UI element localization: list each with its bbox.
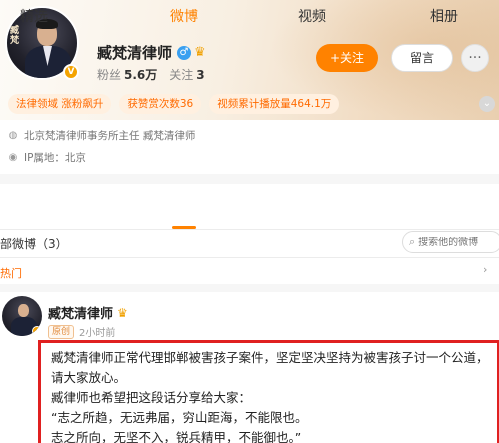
tag-video-plays[interactable]: 视频累计播放量464.1万 xyxy=(209,94,340,114)
search-divider xyxy=(0,257,499,258)
followers-count: 5.6万 xyxy=(124,68,158,82)
original-badge: 原创 xyxy=(48,324,75,339)
crown-icon: ♛ xyxy=(194,45,206,60)
briefcase-icon: ◍ xyxy=(8,130,18,141)
post-author-row: 臧梵清律师 ♛ xyxy=(48,303,128,323)
profile-name-row: 臧梵清律师 ♂ ♛ xyxy=(97,42,206,63)
tab-weibo[interactable]: 微博 xyxy=(170,6,198,26)
chevron-down-icon[interactable]: ⌄ xyxy=(479,96,495,112)
ip-text: IP属地：北京 xyxy=(24,152,86,164)
following-stat[interactable]: 关注 3 xyxy=(169,66,204,83)
verified-badge-icon: V xyxy=(63,64,79,80)
weibo-search-input[interactable] xyxy=(418,236,499,248)
avatar-calligraphy: 臧梵 xyxy=(10,26,20,46)
message-button[interactable]: 留言 xyxy=(391,44,453,72)
search-icon: ⌕ xyxy=(409,235,416,248)
tabs-divider xyxy=(0,229,499,230)
tab-video[interactable]: 视频 xyxy=(298,6,326,26)
post-line: 臧律师也希望把这段话分享给大家： xyxy=(51,390,252,405)
followers-stat[interactable]: 粉丝 5.6万 xyxy=(97,66,157,83)
feed-gap xyxy=(0,284,499,292)
post-line: 臧梵清律师正常代理邯郸被害孩子案件，坚定坚决坚持为被害孩子讨一个公道，请大家放心… xyxy=(51,350,489,385)
crown-icon: ♛ xyxy=(117,305,128,320)
post-line: 志之所向，无坚不入，锐兵精甲，不能御也。” xyxy=(51,430,302,443)
profile-name: 臧梵清律师 xyxy=(97,44,173,62)
location-icon: ◉ xyxy=(8,152,18,163)
post-author-avatar[interactable] xyxy=(2,296,42,336)
tab-featured[interactable]: 精选 xyxy=(20,6,48,26)
following-count: 3 xyxy=(196,68,205,82)
post-line: “志之所趋，无远弗届，穷山距海，不能限也。 xyxy=(51,410,308,425)
hot-filter-label[interactable]: 热门 xyxy=(0,265,22,281)
ip-info: ◉ IP属地：北京 xyxy=(6,150,86,165)
job-info: ◍ 北京梵清律师事务所主任 臧梵清律师 xyxy=(6,128,196,143)
followers-label: 粉丝 xyxy=(97,68,122,82)
post-meta: 原创 2小时前 xyxy=(48,324,115,339)
post-content-highlight[interactable]: 臧梵清律师正常代理邯郸被害孩子案件，坚定坚决坚持为被害孩子讨一个公道，请大家放心… xyxy=(38,340,499,443)
job-text: 北京梵清律师事务所主任 臧梵清律师 xyxy=(24,130,196,142)
section-gap xyxy=(0,174,499,184)
tag-appreciation-count[interactable]: 获赞赏次数36 xyxy=(119,94,202,114)
profile-stats: 粉丝 5.6万 关注 3 xyxy=(97,66,217,83)
tab-album[interactable]: 相册 xyxy=(430,6,458,26)
weibo-count: 部微博（3） xyxy=(0,237,68,251)
post-time[interactable]: 2小时前 xyxy=(79,324,115,339)
more-options-button[interactable]: ··· xyxy=(461,44,489,72)
profile-tags: 法律领域 涨粉飙升 获赞赏次数36 视频累计播放量464.1万 xyxy=(8,94,347,114)
follow-button[interactable]: +关注 xyxy=(316,44,378,72)
post-author-name[interactable]: 臧梵清律师 xyxy=(48,303,113,322)
male-icon: ♂ xyxy=(177,45,192,60)
post-verified-badge-icon xyxy=(32,326,42,336)
tag-rising-fans[interactable]: 法律领域 涨粉飙升 xyxy=(8,94,112,114)
weibo-search-box[interactable]: ⌕ xyxy=(402,231,499,253)
weibo-profile-page: 臧梵 V 臧梵清律师 ♂ ♛ 粉丝 5.6万 关注 3 +关注 留言 ··· 法律领… xyxy=(0,0,499,443)
post-avatar-face xyxy=(18,304,29,317)
chevron-right-icon[interactable]: › xyxy=(483,263,487,276)
following-label: 关注 xyxy=(169,68,194,82)
